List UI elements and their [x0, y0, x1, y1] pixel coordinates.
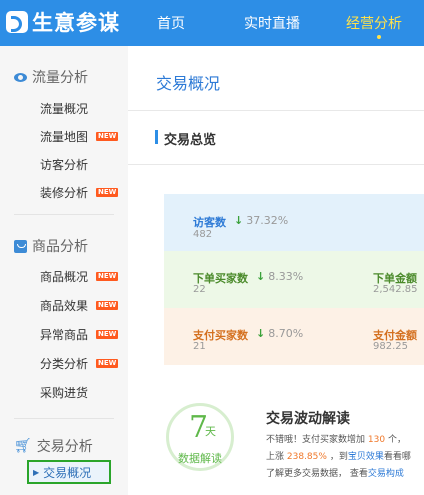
text-segment: 上涨: [266, 452, 285, 462]
sidebar-section-product[interactable]: 商品分析: [14, 236, 88, 256]
text-segment: 了解更多交易数据，: [266, 469, 348, 479]
arrow-down-icon: ↓: [256, 327, 266, 340]
sidebar-item-product-overview[interactable]: 商品概况 NEW: [40, 268, 119, 285]
highlight-number: 130: [367, 435, 386, 445]
title-divider: [128, 110, 424, 111]
active-indicator-dot: [377, 35, 381, 39]
sidebar-item-label: 流量地图: [40, 130, 89, 144]
link-transaction-composition[interactable]: 交易构成: [368, 469, 404, 479]
nav-live[interactable]: 实时直播: [244, 13, 300, 33]
metric-order-buyers-change: ↓ 8.33%: [256, 270, 303, 283]
shopping-bag-icon: [14, 239, 27, 253]
new-badge: NEW: [96, 301, 119, 310]
metric-visitors-value: 482: [193, 229, 213, 240]
new-badge: NEW: [96, 272, 119, 281]
logo[interactable]: 生意参谋: [6, 8, 120, 36]
logo-icon: [6, 11, 28, 33]
nav-business-analysis[interactable]: 经营分析: [346, 13, 402, 39]
sidebar-section-label: 交易分析: [36, 439, 93, 455]
section-divider: [128, 164, 424, 165]
metric-pay-buyers-value: 21: [193, 341, 206, 352]
metric-pay-amount-value: 982.25: [373, 341, 408, 352]
fluctuation-line-2: 上涨 238.85% ，到宝贝效果看看哪: [266, 449, 411, 462]
metric-order-buyers-value: 22: [193, 284, 206, 295]
section-accent-bar: [155, 130, 158, 144]
text-segment: ，到: [329, 452, 348, 462]
sidebar-section-transaction[interactable]: 🛒︎ 交易分析: [14, 436, 93, 456]
sidebar-item-label: 访客分析: [40, 158, 89, 172]
new-badge: NEW: [96, 359, 119, 368]
sidebar-item-label: 商品效果: [40, 299, 89, 313]
fluctuation-line-3: 了解更多交易数据， 查看交易构成: [266, 466, 404, 479]
sidebar-item-traffic-overview[interactable]: 流量概况: [40, 100, 88, 117]
sidebar-item-label: 分类分析: [40, 357, 89, 371]
arrow-down-icon: ↓: [234, 214, 244, 227]
top-header: 生意参谋 首页 实时直播 经营分析: [0, 0, 424, 46]
arrow-down-icon: ↓: [256, 270, 266, 283]
section-title: 交易总览: [164, 133, 217, 148]
metric-visitors-change: ↓ 37.32%: [234, 214, 288, 227]
cart-icon: 🛒︎: [14, 438, 32, 454]
fluctuation-title: 交易波动解读: [266, 411, 350, 427]
change-value: 8.70%: [268, 327, 304, 340]
data-interpretation-badge[interactable]: 7 天 数据解读: [166, 403, 234, 471]
text-segment: 不错哦！支付买家数增加: [266, 435, 366, 445]
sidebar-item-product-effect[interactable]: 商品效果 NEW: [40, 297, 119, 314]
funnel-row-payment: 支付买家数 ↓ 8.70% 21 支付金额 982.25: [164, 308, 424, 365]
page-title: 交易概况: [156, 74, 221, 93]
sidebar-item-label: 异常商品: [40, 328, 89, 342]
eye-icon: [14, 72, 27, 82]
text-segment: 个，: [387, 435, 406, 445]
sidebar-item-abnormal-products[interactable]: 异常商品 NEW: [40, 326, 119, 343]
sidebar-item-label: 采购进货: [40, 386, 89, 400]
logo-text: 生意参谋: [32, 11, 120, 35]
days-unit: 天: [205, 425, 216, 438]
metric-visitors-label: 访客数: [193, 216, 226, 229]
link-product-effect[interactable]: 宝贝效果: [348, 452, 384, 462]
sidebar-section-label: 商品分析: [32, 239, 88, 255]
text-segment: 查看: [349, 469, 368, 479]
nav-home[interactable]: 首页: [157, 13, 185, 33]
sidebar-item-traffic-map[interactable]: 流量地图 NEW: [40, 128, 119, 145]
sidebar-item-label: 流量概况: [40, 102, 89, 116]
caret-right-icon: ▶: [33, 467, 40, 477]
sidebar-divider: [14, 418, 114, 419]
sidebar-item-decoration-analysis[interactable]: 装修分析 NEW: [40, 184, 119, 201]
sidebar-item-label: 商品概况: [40, 270, 89, 284]
fluctuation-line-1: 不错哦！支付买家数增加 130 个，: [266, 432, 406, 445]
text-segment: 看看哪: [383, 452, 411, 462]
change-value: 37.32%: [246, 214, 289, 227]
nav-business-analysis-label: 经营分析: [346, 16, 402, 32]
funnel-row-order: 下单买家数 ↓ 8.33% 22 下单金额 2,542.85: [164, 251, 424, 308]
sidebar-item-purchasing[interactable]: 采购进货: [40, 384, 88, 401]
interpretation-caption: 数据解读: [178, 452, 222, 465]
change-value: 8.33%: [268, 270, 304, 283]
funnel-row-visitors: 访客数 ↓ 37.32% 482: [164, 194, 424, 251]
sidebar-section-traffic[interactable]: 流量分析: [14, 67, 88, 87]
sidebar-item-category-analysis[interactable]: 分类分析 NEW: [40, 355, 119, 372]
metric-order-amount-value: 2,542.85: [373, 284, 418, 295]
sidebar-section-label: 流量分析: [32, 70, 88, 86]
sidebar: 流量分析 流量概况 流量地图 NEW 访客分析 装修分析 NEW 商品分析 商品…: [0, 46, 128, 495]
metric-pay-buyers-change: ↓ 8.70%: [256, 327, 303, 340]
new-badge: NEW: [96, 188, 119, 197]
sidebar-divider: [14, 214, 114, 215]
sidebar-item-visitor-analysis[interactable]: 访客分析: [40, 156, 88, 173]
sidebar-item-transaction-overview[interactable]: ▶ 交易概况: [27, 460, 111, 484]
sidebar-item-label: 交易概况: [43, 465, 92, 480]
new-badge: NEW: [96, 132, 119, 141]
sidebar-item-label: 装修分析: [40, 186, 89, 200]
new-badge: NEW: [96, 330, 119, 339]
highlight-percent: 238.85%: [286, 452, 327, 462]
